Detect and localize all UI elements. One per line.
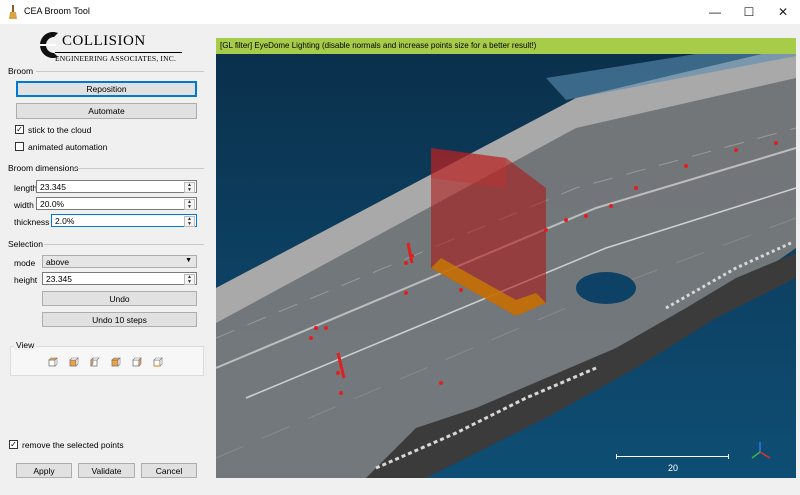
selection-group-title: Selection — [8, 239, 43, 249]
cancel-button[interactable]: Cancel — [141, 463, 197, 478]
scale-bar — [616, 456, 729, 457]
dimensions-group-title: Broom dimensions — [8, 163, 79, 173]
view-group-title: View — [14, 340, 37, 350]
cube-back-icon[interactable] — [111, 357, 121, 367]
thickness-label: thickness — [14, 217, 50, 227]
broom-app-icon — [9, 5, 17, 19]
animated-automation-label: animated automation — [28, 142, 108, 152]
undo-button[interactable]: Undo — [42, 291, 197, 306]
length-input[interactable]: 23.345 ▲ ▼ — [36, 180, 197, 193]
scale-bar-value: 20 — [668, 463, 679, 473]
view-group — [10, 346, 204, 376]
cube-bottom-icon[interactable] — [153, 357, 163, 367]
thickness-spinner-icon[interactable]: ▲ ▼ — [184, 216, 195, 227]
automate-button[interactable]: Automate — [16, 103, 197, 119]
cube-left-icon[interactable] — [90, 357, 100, 367]
animated-automation-checkbox[interactable] — [15, 142, 24, 151]
cube-right-icon[interactable] — [132, 357, 142, 367]
width-value: 20.0% — [40, 199, 65, 209]
remove-selected-points-label: remove the selected points — [22, 440, 124, 450]
height-label: height — [14, 275, 38, 285]
dimensions-group-line — [74, 168, 204, 169]
height-input[interactable]: 23.345 ▲ ▼ — [42, 272, 197, 285]
logo-name: COLLISION — [62, 33, 146, 49]
reposition-button[interactable]: Reposition — [16, 81, 197, 97]
validate-button[interactable]: Validate — [78, 463, 135, 478]
length-spinner-icon[interactable]: ▲ ▼ — [184, 182, 195, 193]
minimize-button[interactable]: — — [698, 0, 732, 24]
close-button[interactable]: ✕ — [766, 0, 800, 24]
axis-gizmo — [751, 442, 771, 459]
gl-filter-text: [GL filter] EyeDome Lighting (disable no… — [220, 41, 537, 50]
logo-subtitle: ENGINEERING ASSOCIATES, INC. — [55, 54, 177, 63]
scale-bar-tick-left — [616, 454, 617, 459]
stick-to-cloud-label: stick to the cloud — [28, 125, 92, 135]
logo-divider — [55, 52, 182, 53]
thickness-input[interactable]: 2.0% ▲ ▼ — [51, 214, 197, 227]
undo-10-steps-button[interactable]: Undo 10 steps — [42, 312, 197, 327]
height-spinner-icon[interactable]: ▲ ▼ — [184, 274, 195, 285]
length-value: 23.345 — [40, 182, 66, 192]
width-input[interactable]: 20.0% ▲ ▼ — [36, 197, 197, 210]
mode-label: mode — [14, 258, 36, 268]
chevron-down-icon: ▼ — [185, 257, 192, 264]
cube-front-icon[interactable] — [69, 357, 79, 367]
mode-select[interactable]: above ▼ — [42, 255, 197, 268]
width-label: width — [14, 200, 34, 210]
apply-button[interactable]: Apply — [16, 463, 72, 478]
maximize-button[interactable]: ☐ — [732, 0, 766, 24]
length-label: length — [14, 183, 38, 193]
remove-selected-points-checkbox[interactable]: ✓ — [9, 440, 18, 449]
selection-group-line — [44, 244, 204, 245]
title-bar: CEA Broom Tool — ☐ ✕ — [0, 0, 800, 24]
stick-to-cloud-checkbox[interactable]: ✓ — [15, 125, 24, 134]
mode-value: above — [46, 257, 70, 267]
cube-top-icon[interactable] — [48, 357, 58, 367]
thickness-value: 2.0% — [55, 216, 75, 226]
width-spinner-icon[interactable]: ▲ ▼ — [184, 199, 195, 210]
window-title: CEA Broom Tool — [24, 6, 90, 16]
height-value: 23.345 — [46, 274, 72, 284]
point-cloud-render[interactable] — [216, 38, 796, 478]
gl-filter-bar: [GL filter] EyeDome Lighting (disable no… — [216, 38, 796, 54]
point-cloud-3d-view[interactable]: [GL filter] EyeDome Lighting (disable no… — [216, 38, 796, 478]
scale-bar-tick-right — [728, 454, 729, 459]
broom-group-title: Broom — [8, 66, 34, 76]
broom-group-line — [36, 71, 204, 72]
